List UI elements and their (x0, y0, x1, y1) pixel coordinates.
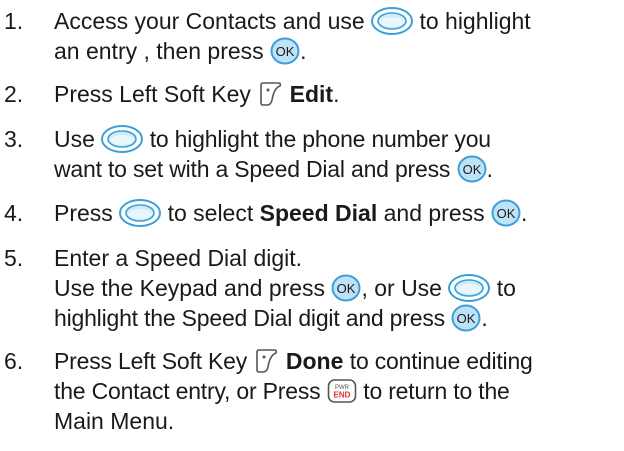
step-text: Use to highlight the phone number you wa… (54, 124, 620, 184)
step-text: Press to select Speed Dial and press OK … (54, 198, 620, 228)
step-text: Press Left Soft Key Edit. (54, 79, 620, 109)
svg-text:OK: OK (457, 311, 476, 326)
step-text-segment: . (521, 200, 528, 226)
step-text-segment: Use the Keypad and press (54, 275, 326, 301)
svg-text:OK: OK (462, 162, 481, 177)
step-text-segment: . (481, 305, 488, 331)
step-text-segment: . (300, 38, 307, 64)
step-number: 3. (4, 126, 24, 152)
navigation-key-icon (119, 198, 162, 227)
step-text-segment: the Contact entry, or Press (54, 378, 321, 404)
navigation-key-icon (371, 6, 414, 35)
step-number: 2. (4, 81, 24, 107)
instruction-steps: 1. Access your Contacts and use to highl… (0, 0, 624, 451)
step-text-segment: to highlight the phone number you (149, 126, 491, 152)
svg-text:OK: OK (497, 206, 516, 221)
ok-key-icon: OK (491, 199, 521, 227)
step-text-bold: Speed Dial (259, 200, 378, 226)
step-number: 6. (4, 348, 24, 374)
ok-key-icon: OK (331, 274, 361, 302)
step-text-segment: Enter a Speed Dial digit. (54, 245, 303, 271)
step-text-segment: Use (54, 126, 95, 152)
step-text-segment: Press (54, 200, 113, 226)
step-text-segment: to continue editing (349, 348, 533, 374)
end-key-icon: PWR END (327, 379, 357, 403)
step-text-segment: highlight the Speed Dial digit and press (54, 305, 445, 331)
step-text-segment: Main Menu. (54, 408, 175, 434)
step-text-segment: to select (167, 200, 254, 226)
step-text-segment: Access your Contacts and use (54, 8, 365, 34)
svg-text:END: END (333, 390, 350, 399)
svg-text:OK: OK (276, 44, 295, 59)
left-soft-key-icon (256, 349, 278, 373)
ok-key-icon: OK (451, 304, 481, 332)
step-text-segment: Press Left Soft Key (54, 81, 251, 107)
step-text-segment: . (486, 156, 493, 182)
step-text-bold: Done (285, 348, 344, 374)
navigation-key-icon (101, 124, 144, 153)
step-text-segment: to highlight (419, 8, 531, 34)
step-text-segment: Press Left Soft Key (54, 348, 248, 374)
step-text: Access your Contacts and use to highligh… (54, 6, 620, 66)
step-number: 4. (4, 200, 24, 226)
step-text-bold: Edit (289, 81, 334, 107)
step-number: 5. (4, 245, 24, 271)
step-text-segment: an entry , then press (54, 38, 264, 64)
step-text-segment: to (496, 275, 516, 301)
svg-text:OK: OK (337, 281, 356, 296)
step-text-segment: , or Use (361, 275, 442, 301)
step-text-segment: . (333, 81, 340, 107)
ok-key-icon: OK (457, 155, 487, 183)
step-text-segment: and press (383, 200, 485, 226)
left-soft-key-icon (260, 82, 282, 106)
step-text: Enter a Speed Dial digit. Use the Keypad… (54, 243, 620, 333)
ok-key-icon: OK (270, 37, 300, 65)
step-number: 1. (4, 8, 24, 34)
step-text-segment: to return to the (363, 378, 510, 404)
step-text: Press Left Soft Key Done to continue edi… (54, 346, 620, 436)
navigation-key-icon (448, 273, 491, 302)
step-text-segment: want to set with a Speed Dial and press (54, 156, 451, 182)
